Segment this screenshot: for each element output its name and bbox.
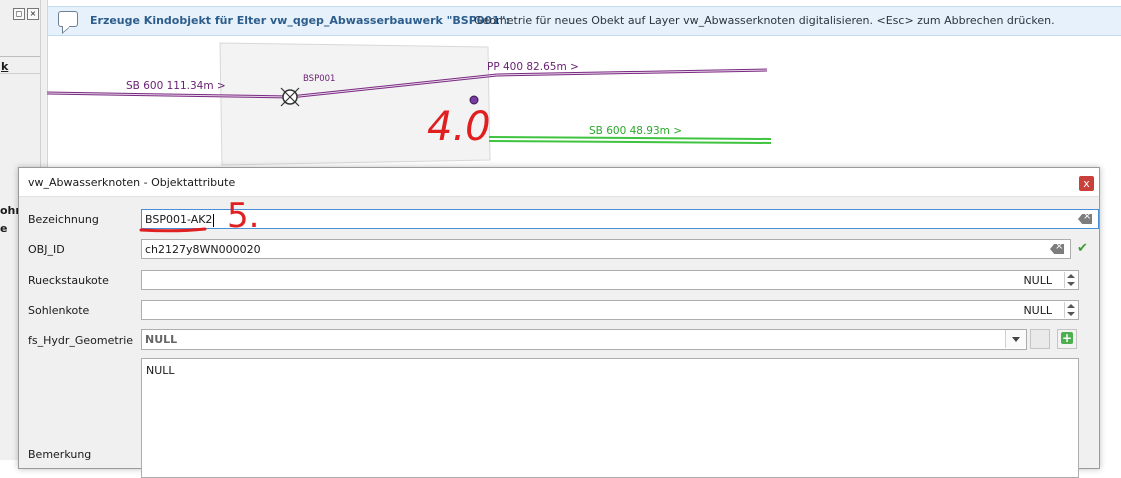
float-panel-icon[interactable]: ◻ (13, 8, 25, 20)
bemerkung-value: NULL (146, 364, 175, 377)
label-bemerkung: Bemerkung (28, 448, 92, 461)
pipe-label-sb600-left: SB 600 111.34m > (126, 80, 226, 92)
clear-icon[interactable] (1050, 244, 1064, 254)
fs-hydr-geometrie-select[interactable]: NULL (141, 329, 1027, 350)
map-canvas[interactable]: SB 600 111.34m > BSP001 PP 400 82.65m > … (47, 35, 1121, 170)
spin-stepper[interactable] (1064, 302, 1077, 318)
message-bar: Erzeuge Kindobjekt für Elter vw_qgep_Abw… (48, 6, 1121, 36)
spin-stepper[interactable] (1064, 272, 1077, 288)
close-button[interactable]: x (1079, 176, 1094, 191)
dialog-titlebar[interactable]: vw_Abwasserknoten - Objektattribute x (19, 168, 1099, 197)
node-label: BSP001 (303, 74, 335, 84)
spin-down-icon[interactable] (1067, 282, 1075, 286)
pipe-label-sb600-right: SB 600 48.93m > (589, 125, 682, 137)
dialog-title: vw_Abwasserknoten - Objektattribute (28, 176, 236, 189)
rueckstaukote-value: NULL (1023, 274, 1052, 287)
digitized-point[interactable] (469, 95, 479, 105)
message-text: Geometrie für neues Obekt auf Layer vw_A… (474, 14, 1055, 27)
label-sohlenkote: Sohlenkote (28, 304, 90, 317)
close-panel-icon[interactable]: × (27, 8, 39, 20)
chevron-down-icon[interactable] (1005, 330, 1026, 348)
add-feature-button[interactable] (1057, 329, 1077, 349)
label-fs-hydr-geometrie: fs_Hydr_Geometrie (28, 334, 134, 347)
rueckstaukote-field[interactable]: NULL (141, 270, 1079, 290)
label-rueckstaukote: Rueckstaukote (28, 274, 109, 287)
svg-text:5.: 5. (227, 196, 259, 234)
panel-text-fragment: e (0, 222, 8, 235)
sohlenkote-field[interactable]: NULL (141, 300, 1079, 320)
annotation-step-5: 5. (139, 196, 259, 234)
pipe-line-green (488, 136, 772, 140)
panel-text-fragment: k (1, 60, 9, 73)
valid-check-icon: ✔ (1077, 241, 1088, 256)
spin-up-icon[interactable] (1067, 274, 1075, 278)
message-icon (58, 11, 78, 27)
clear-icon[interactable] (1078, 214, 1092, 224)
label-bezeichnung: Bezeichnung (28, 213, 99, 226)
open-form-button[interactable] (1030, 329, 1050, 349)
annotation-step-4: 4.0 (427, 104, 491, 150)
spin-down-icon[interactable] (1067, 312, 1075, 316)
sohlenkote-value: NULL (1023, 304, 1052, 317)
obj-id-field[interactable]: ch2127y8WN000020 (141, 239, 1071, 259)
message-title: Erzeuge Kindobjekt für Elter vw_qgep_Abw… (90, 14, 510, 27)
panel-divider (0, 73, 40, 74)
bemerkung-textarea[interactable]: NULL (141, 358, 1079, 478)
obj-id-value: ch2127y8WN000020 (145, 243, 261, 256)
pipe-label-pp400: PP 400 82.65m > (487, 61, 579, 73)
attribute-dialog: vw_Abwasserknoten - Objektattribute x Be… (18, 167, 1100, 478)
label-obj-id: OBJ_ID (28, 243, 65, 256)
panel-divider (0, 56, 40, 57)
spin-up-icon[interactable] (1067, 304, 1075, 308)
fs-hydr-geometrie-value: NULL (145, 333, 178, 346)
